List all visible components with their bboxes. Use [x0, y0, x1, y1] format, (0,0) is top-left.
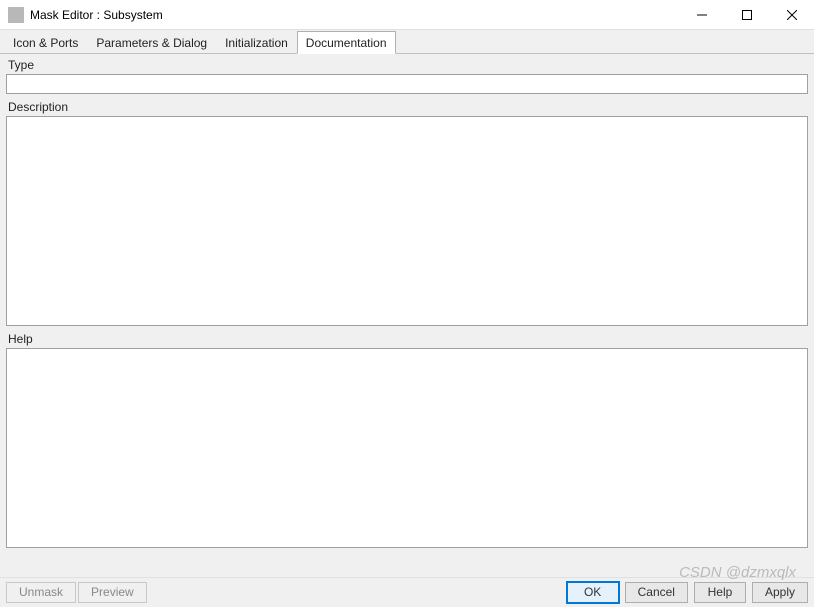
minimize-icon — [697, 10, 707, 20]
description-textarea[interactable] — [6, 116, 808, 326]
footer-right: OK Cancel Help Apply — [567, 582, 808, 603]
window-title: Mask Editor : Subsystem — [30, 8, 679, 22]
type-label: Type — [6, 56, 808, 74]
tab-initialization[interactable]: Initialization — [216, 31, 297, 53]
preview-button[interactable]: Preview — [78, 582, 147, 603]
help-textarea[interactable] — [6, 348, 808, 548]
footer-left: Unmask Preview — [6, 582, 147, 603]
tab-parameters-dialog[interactable]: Parameters & Dialog — [87, 31, 216, 53]
apply-button[interactable]: Apply — [752, 582, 808, 603]
unmask-button[interactable]: Unmask — [6, 582, 76, 603]
footer: Unmask Preview OK Cancel Help Apply — [0, 577, 814, 607]
description-label: Description — [6, 98, 808, 116]
tab-content-documentation: Type Description Help — [0, 54, 814, 577]
help-label: Help — [6, 330, 808, 348]
minimize-button[interactable] — [679, 0, 724, 30]
ok-button[interactable]: OK — [567, 582, 619, 603]
close-icon — [787, 10, 797, 20]
close-button[interactable] — [769, 0, 814, 30]
type-input[interactable] — [6, 74, 808, 94]
maximize-icon — [742, 10, 752, 20]
app-icon — [8, 7, 24, 23]
tab-bar: Icon & Ports Parameters & Dialog Initial… — [0, 30, 814, 54]
tab-icon-ports[interactable]: Icon & Ports — [4, 31, 87, 53]
maximize-button[interactable] — [724, 0, 769, 30]
cancel-button[interactable]: Cancel — [625, 582, 688, 603]
tab-documentation[interactable]: Documentation — [297, 31, 396, 54]
titlebar: Mask Editor : Subsystem — [0, 0, 814, 30]
window-controls — [679, 0, 814, 30]
help-button[interactable]: Help — [694, 582, 746, 603]
